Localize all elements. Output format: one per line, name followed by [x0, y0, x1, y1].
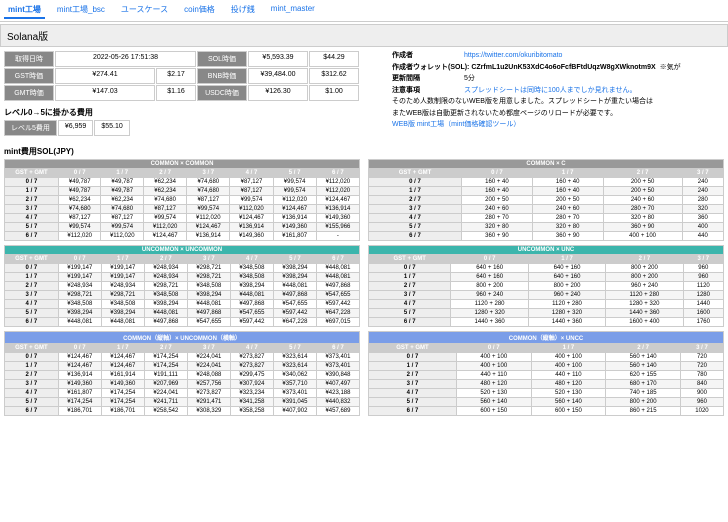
table-row: 4 / 7¥87,127¥87,127¥99,574¥112,020¥124,4…: [5, 214, 360, 223]
table-uncommon: UNCOMMON × UNCOMMONGST + GMT0 / 71 / 72 …: [4, 245, 360, 327]
author-link[interactable]: https://twitter.com/okuribitomato: [464, 51, 562, 62]
table-common_r: COMMON × CGST + GMT0 / 71 / 72 / 73 / 70…: [368, 159, 724, 241]
table-common: COMMON × COMMONGST + GMT0 / 71 / 72 / 73…: [4, 159, 360, 241]
tab-tip[interactable]: 投げ銭: [227, 2, 259, 19]
table-row: 0 / 7¥49,787¥49,787¥62,234¥74,680¥87,127…: [5, 178, 360, 187]
meta-info: 作成者https://twitter.com/okuribitomato 作成者…: [392, 51, 724, 131]
table-row: 1 / 7400 + 100400 + 100560 + 140720: [369, 362, 724, 371]
tab-usecase[interactable]: ユースケース: [117, 2, 172, 19]
table-mix: COMMON（縦軸）× UNCOMMON（横軸）GST + GMT0 / 71 …: [4, 331, 360, 416]
table-row: 6 / 7360 + 90360 + 90400 + 100440: [369, 232, 724, 241]
table-row: 1 / 7¥199,147¥199,147¥248,934¥298,721¥34…: [5, 273, 360, 282]
table-row: 2 / 7200 + 50200 + 50240 + 60280: [369, 196, 724, 205]
lbl-date: 取得日時: [4, 51, 54, 67]
table-row: 0 / 7¥199,147¥199,147¥248,934¥298,721¥34…: [5, 264, 360, 273]
tab-coin[interactable]: coin価格: [180, 2, 219, 19]
table-row: 5 / 7¥398,294¥398,294¥448,081¥497,868¥54…: [5, 309, 360, 318]
table-row: 4 / 71120 + 2801120 + 2801280 + 3201440: [369, 300, 724, 309]
table-row: 4 / 7280 + 70280 + 70320 + 80360: [369, 214, 724, 223]
table-row: 1 / 7640 + 160640 + 160800 + 200960: [369, 273, 724, 282]
table-row: 4 / 7¥348,508¥348,508¥398,294¥448,081¥49…: [5, 300, 360, 309]
table-row: 5 / 7¥174,254¥174,254¥241,711¥291,471¥34…: [5, 398, 360, 407]
table-row: 3 / 7960 + 240960 + 2401120 + 2801280: [369, 291, 724, 300]
table-row: 3 / 7¥149,360¥149,360¥207,969¥257,756¥30…: [5, 380, 360, 389]
tabs: mint工場 mint工場_bsc ユースケース coin価格 投げ銭 mint…: [0, 0, 728, 22]
table-row: 2 / 7440 + 110440 + 110620 + 155780: [369, 371, 724, 380]
spreadsheet-link[interactable]: スプレッドシートは同時に100人までしか見れません。: [464, 86, 636, 97]
table-row: 1 / 7160 + 40160 + 40200 + 50240: [369, 187, 724, 196]
table-row: 3 / 7240 + 60240 + 60280 + 70320: [369, 205, 724, 214]
table-row: 5 / 7¥99,574¥99,574¥112,020¥124,467¥136,…: [5, 223, 360, 232]
table-row: 6 / 7¥448,081¥448,081¥497,868¥547,655¥59…: [5, 318, 360, 327]
table-uncommon_r: UNCOMMON × UNCGST + GMT0 / 71 / 72 / 73 …: [368, 245, 724, 327]
level-cost: レベル0→5に掛かる費用 レベル5費用¥6,959$55.10: [4, 107, 384, 136]
table-row: 6 / 71440 + 3601440 + 3601600 + 4001760: [369, 318, 724, 327]
table-row: 2 / 7800 + 200800 + 200960 + 2401120: [369, 282, 724, 291]
table-row: 6 / 7600 + 150600 + 150860 + 2151020: [369, 407, 724, 416]
table-row: 2 / 7¥62,234¥62,234¥74,680¥87,127¥99,574…: [5, 196, 360, 205]
table-row: 6 / 7¥186,701¥186,701¥258,542¥308,329¥35…: [5, 407, 360, 416]
table-row: 4 / 7¥161,807¥174,254¥224,041¥273,827¥32…: [5, 389, 360, 398]
table-row: 4 / 7520 + 130520 + 130740 + 185900: [369, 389, 724, 398]
tab-master[interactable]: mint_master: [267, 2, 319, 19]
table-row: 1 / 7¥124,467¥124,467¥174,254¥224,041¥27…: [5, 362, 360, 371]
table-mix_r: COMMON（縦軸）× UNCCGST + GMT0 / 71 / 72 / 7…: [368, 331, 724, 416]
table-row: 0 / 7160 + 40160 + 40200 + 50240: [369, 178, 724, 187]
table-row: 1 / 7¥49,787¥49,787¥62,234¥74,680¥87,127…: [5, 187, 360, 196]
table-row: 3 / 7¥298,721¥298,721¥348,508¥398,294¥44…: [5, 291, 360, 300]
table-row: 0 / 7400 + 100400 + 100560 + 140720: [369, 353, 724, 362]
section-title: mint費用SOL(JPY): [4, 146, 724, 157]
tab-bsc[interactable]: mint工場_bsc: [53, 2, 109, 19]
table-row: 0 / 7¥124,467¥124,467¥174,254¥224,041¥27…: [5, 353, 360, 362]
page-title: Solana版: [0, 24, 728, 47]
web-link[interactable]: WEB版 mint工場（mint価格確認ツール）: [392, 120, 520, 131]
table-row: 6 / 7¥112,020¥112,020¥124,467¥136,914¥14…: [5, 232, 360, 241]
table-row: 2 / 7¥136,914¥161,914¥191,111¥248,088¥29…: [5, 371, 360, 380]
table-row: 5 / 71280 + 3201280 + 3201440 + 3601600: [369, 309, 724, 318]
table-row: 3 / 7480 + 120480 + 120680 + 170840: [369, 380, 724, 389]
table-row: 3 / 7¥74,680¥74,680¥87,127¥99,574¥112,02…: [5, 205, 360, 214]
table-row: 0 / 7640 + 160640 + 160800 + 200960: [369, 264, 724, 273]
table-row: 5 / 7320 + 80320 + 80360 + 90400: [369, 223, 724, 232]
price-info: 取得日時2022-05-26 17:51:38SOL時価¥5,593.39$44…: [4, 51, 384, 101]
table-row: 5 / 7560 + 140560 + 140800 + 200960: [369, 398, 724, 407]
tab-mint[interactable]: mint工場: [4, 2, 45, 19]
table-row: 2 / 7¥248,934¥248,934¥298,721¥348,508¥39…: [5, 282, 360, 291]
